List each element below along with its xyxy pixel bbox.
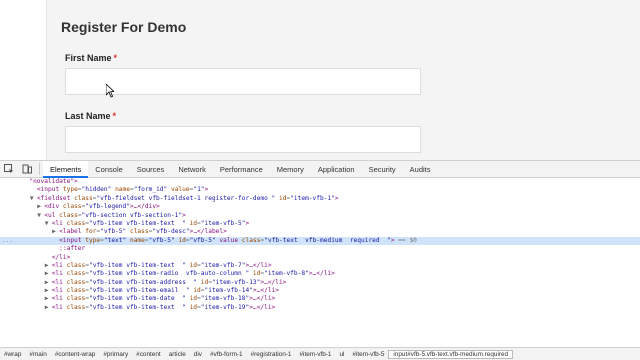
page-viewport: Register For Demo First Name * Last Name * <box>0 0 640 160</box>
tab-application[interactable]: Application <box>311 161 362 178</box>
first-name-input[interactable] <box>65 68 421 95</box>
breadcrumb-item[interactable]: #item-vfb-5 <box>348 351 388 358</box>
breadcrumb-item[interactable]: #main <box>25 351 50 358</box>
dom-node-line[interactable]: ▶ <li class="vfb-item vfb-item-address " … <box>0 279 640 287</box>
dom-node-text: ▶ <div class="vfb-legend">…</div> <box>37 203 160 211</box>
screen: { "form": { "title": "Register For Demo"… <box>0 0 640 360</box>
tab-audits[interactable]: Audits <box>403 161 438 178</box>
dom-node-line[interactable]: ▶ <label for="vfb-5" class="vfb-desc">…</… <box>0 228 640 236</box>
expand-triangle-icon[interactable]: ▶ <box>45 287 52 295</box>
dom-node-text: ▶ <li class="vfb-item vfb-item-text " id=… <box>44 303 276 312</box>
expand-triangle-icon[interactable]: ▶ <box>45 304 52 312</box>
breadcrumb-item[interactable]: input#vfb-5.vfb-text.vfb-medium.required <box>388 350 514 359</box>
tab-console[interactable]: Console <box>88 161 130 178</box>
dom-node-line[interactable]: ▼ <fieldset class="vfb-fieldset vfb-field… <box>0 195 640 203</box>
breadcrumb-item[interactable]: #wrap <box>0 351 25 358</box>
dom-node-text: <input type="text" name="vfb-5" id="vfb-… <box>59 236 417 244</box>
form-title: Register For Demo <box>61 19 187 35</box>
dom-node-line[interactable]: ▶ <li class="vfb-item vfb-item-date " id=… <box>0 295 640 303</box>
dom-node-line[interactable]: ::after <box>0 245 640 253</box>
expand-triangle-icon[interactable]: ▼ <box>30 195 37 203</box>
breadcrumb-item[interactable]: div <box>190 351 206 358</box>
first-name-label: First Name * <box>65 53 117 63</box>
dom-node-text: ▶ <li class="vfb-item vfb-item-text " id=… <box>44 261 272 270</box>
dom-node-text: ▼ <li class="vfb-item vfb-item-text " id=… <box>44 219 250 228</box>
dom-node-line[interactable]: ▶ <li class="vfb-item vfb-item-text " id=… <box>0 262 640 270</box>
devtools-panel: Elements Console Sources Network Perform… <box>0 160 640 360</box>
dom-tree: "novalidate"> <input type="hidden" name=… <box>0 178 640 346</box>
breadcrumb-item[interactable]: ul <box>335 351 348 358</box>
expand-triangle-icon[interactable]: ▶ <box>52 228 59 236</box>
register-form-card: Register For Demo First Name * Last Name * <box>46 0 640 160</box>
breadcrumb: #wrap #main #content-wrap #primary #content a… <box>0 347 640 360</box>
toolbar-divider <box>39 163 40 175</box>
dom-node-text: ▶ <label for="vfb-5" class="vfb-desc">…</… <box>52 228 227 236</box>
required-mark: * <box>113 53 118 63</box>
required-mark: * <box>112 111 117 121</box>
device-toolbar-icon[interactable] <box>18 161 36 177</box>
last-name-label-text: Last Name <box>65 111 111 121</box>
dom-node-text: ▶ <li class="vfb-item vfb-item-address " … <box>44 278 287 287</box>
inspect-element-icon[interactable] <box>0 161 18 177</box>
dom-node-line[interactable]: ▶ <li class="vfb-item vfb-item-email " id… <box>0 287 640 295</box>
devtools-tabbar: Elements Console Sources Network Perform… <box>0 160 640 178</box>
breadcrumb-item[interactable]: #registration-1 <box>247 351 296 358</box>
mouse-cursor-icon <box>106 84 114 98</box>
dom-node-text: ▼ <fieldset class="vfb-fieldset vfb-field… <box>29 194 339 203</box>
dom-node-line[interactable]: ▶ <li class="vfb-item vfb-item-text " id=… <box>0 304 640 312</box>
expand-triangle-icon[interactable]: ▶ <box>45 262 52 270</box>
expand-triangle-icon[interactable]: ▶ <box>45 295 52 303</box>
dom-node-text: ▶ <li class="vfb-item vfb-item-radio vfb-… <box>44 270 335 278</box>
breadcrumb-item[interactable]: #content-wrap <box>51 351 100 358</box>
expand-triangle-icon[interactable]: ▼ <box>37 212 44 220</box>
dom-node-text: ▶ <li class="vfb-item vfb-item-email " id… <box>44 287 280 295</box>
dom-node-line[interactable]: ▼ <ul class="vfb-section vfb-section-1"> <box>0 212 640 220</box>
dom-node-line[interactable]: <input type="hidden" name="form_id" valu… <box>0 186 640 194</box>
expand-triangle-icon[interactable]: ▶ <box>45 279 52 287</box>
dom-node-line[interactable]: ▶ <div class="vfb-legend">…</div> <box>0 203 640 211</box>
dom-node-text: ▼ <ul class="vfb-section vfb-section-1"> <box>37 211 186 220</box>
dom-node-text: </li> <box>51 253 71 261</box>
breadcrumb-item[interactable]: #item-vfb-1 <box>295 351 335 358</box>
breadcrumb-item[interactable]: article <box>165 351 190 358</box>
tab-memory[interactable]: Memory <box>270 161 311 178</box>
first-name-label-text: First Name <box>65 53 112 63</box>
dom-node-line[interactable]: "novalidate"> <box>0 178 640 186</box>
dom-node-line[interactable]: ▶ <li class="vfb-item vfb-item-radio vfb-… <box>0 270 640 278</box>
breadcrumb-item[interactable]: #content <box>132 351 165 358</box>
node-actions-ellipsis[interactable]: ... <box>2 237 13 245</box>
dom-node-text: "novalidate"> <box>29 178 78 185</box>
tab-performance[interactable]: Performance <box>213 161 270 178</box>
expand-triangle-icon[interactable]: ▶ <box>37 203 44 211</box>
breadcrumb-item[interactable]: #vfb-form-1 <box>206 351 247 358</box>
last-name-input[interactable] <box>65 126 421 153</box>
dom-node-line[interactable]: ▼ <li class="vfb-item vfb-item-text " id=… <box>0 220 640 228</box>
tab-network[interactable]: Network <box>171 161 213 178</box>
tab-security[interactable]: Security <box>362 161 403 178</box>
dom-node-line[interactable]: </li> <box>0 254 640 262</box>
tab-sources[interactable]: Sources <box>130 161 172 178</box>
breadcrumb-item[interactable]: #primary <box>99 351 132 358</box>
dom-node-text: ::after <box>59 245 86 253</box>
dom-node-selected[interactable]: ... <input type="text" name="vfb-5" id="… <box>0 236 640 246</box>
dom-node-text: ▶ <li class="vfb-item vfb-item-date " id=… <box>44 295 276 303</box>
expand-triangle-icon[interactable]: ▶ <box>45 270 52 278</box>
last-name-label: Last Name * <box>65 111 116 121</box>
expand-triangle-icon[interactable]: ▼ <box>45 220 52 228</box>
dom-node-text: <input type="hidden" name="form_id" valu… <box>36 186 209 194</box>
tab-elements[interactable]: Elements <box>43 160 89 178</box>
